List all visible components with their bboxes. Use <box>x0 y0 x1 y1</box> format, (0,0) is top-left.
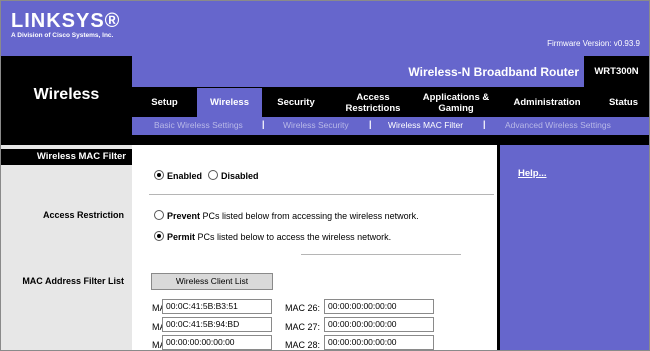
tab-label: Wireless <box>210 97 249 108</box>
mac-02-input[interactable]: 00:0C:41:5B:94:BD <box>162 317 272 332</box>
filter-enabled-label: Enabled <box>167 171 203 181</box>
filter-enabled-radio[interactable] <box>154 170 164 180</box>
sub-tabs: Basic Wireless Settings | Wireless Secur… <box>132 117 649 135</box>
tab-setup[interactable]: Setup <box>132 88 197 117</box>
prevent-option-text: Prevent PCs listed below from accessing … <box>167 211 419 221</box>
tab-applications-gaming[interactable]: Applications & Gaming <box>416 88 496 117</box>
product-bar: Wireless-N Broadband Router WRT300N <box>132 56 649 88</box>
mac-01-input[interactable]: 00:0C:41:5B:B3:51 <box>162 299 272 314</box>
subtab-separator: | <box>369 119 372 129</box>
router-admin-page: LINKSYS® A Division of Cisco Systems, In… <box>0 0 650 351</box>
mac-label: MAC 28: <box>285 340 321 350</box>
mac-27-input[interactable]: 00:00:00:00:00:00 <box>324 317 434 332</box>
tab-access-restrictions[interactable]: Access Restrictions <box>330 88 416 117</box>
tab-label: Access Restrictions <box>345 91 401 114</box>
tab-label: Status <box>608 97 639 108</box>
tab-label: Administration <box>513 97 581 108</box>
top-banner: LINKSYS® A Division of Cisco Systems, In… <box>1 1 649 56</box>
mac-28-input[interactable]: 00:00:00:00:00:00 <box>324 335 434 350</box>
prevent-radio[interactable] <box>154 210 164 220</box>
tab-security[interactable]: Security <box>262 88 330 117</box>
divider <box>149 194 494 195</box>
help-link[interactable]: Help... <box>518 168 547 179</box>
divider <box>301 254 461 255</box>
subtab-advanced-wireless-settings[interactable]: Advanced Wireless Settings <box>505 120 611 130</box>
filter-disabled-label: Disabled <box>221 171 259 181</box>
mac-label: MAC 26: <box>285 303 321 313</box>
section-title: Wireless <box>33 86 100 103</box>
subtab-wireless-security[interactable]: Wireless Security <box>283 120 349 130</box>
permit-radio[interactable] <box>154 231 164 241</box>
subtab-separator: | <box>483 119 486 129</box>
tab-wireless[interactable]: Wireless <box>197 88 262 117</box>
firmware-version: Firmware Version: v0.93.9 <box>547 39 640 48</box>
permit-option-text: Permit PCs listed below to access the wi… <box>167 232 391 242</box>
logo-tagline: A Division of Cisco Systems, Inc. <box>11 32 114 39</box>
prevent-label: Prevent <box>167 211 201 221</box>
help-panel-edge <box>497 145 500 350</box>
tab-label: Setup <box>151 97 178 108</box>
permit-label: Permit <box>167 232 196 242</box>
section-heading: Wireless MAC Filter <box>36 151 126 162</box>
access-restriction-label: Access Restriction <box>42 210 124 220</box>
prevent-description: PCs listed below from accessing the wire… <box>202 211 419 221</box>
wireless-client-list-button[interactable]: Wireless Client List <box>151 273 273 290</box>
mac-26-input[interactable]: 00:00:00:00:00:00 <box>324 299 434 314</box>
mac-label: MAC 27: <box>285 322 321 332</box>
tab-administration[interactable]: Administration <box>496 88 598 117</box>
tab-label: Security <box>277 97 315 108</box>
subtab-separator: | <box>262 119 265 129</box>
model-badge: WRT300N <box>584 56 649 87</box>
linksys-logo: LINKSYS® <box>11 10 121 32</box>
subtab-basic-wireless-settings[interactable]: Basic Wireless Settings <box>154 120 243 130</box>
permit-description: PCs listed below to access the wireless … <box>197 232 392 242</box>
main-tabs: Setup Wireless Security Access Restricti… <box>132 88 649 117</box>
mac-filter-list-label: MAC Address Filter List <box>22 276 124 286</box>
subtab-wireless-mac-filter[interactable]: Wireless MAC Filter <box>388 120 463 130</box>
filter-disabled-radio[interactable] <box>208 170 218 180</box>
left-label-column <box>1 145 132 350</box>
mac-03-input[interactable]: 00:00:00:00:00:00 <box>162 335 272 350</box>
product-name: Wireless-N Broadband Router <box>408 65 579 79</box>
content-heading-bar <box>132 149 497 165</box>
tab-label: Applications & Gaming <box>422 91 490 114</box>
section-heading-bar: Wireless MAC Filter <box>1 149 132 165</box>
tab-status[interactable]: Status <box>598 88 649 117</box>
